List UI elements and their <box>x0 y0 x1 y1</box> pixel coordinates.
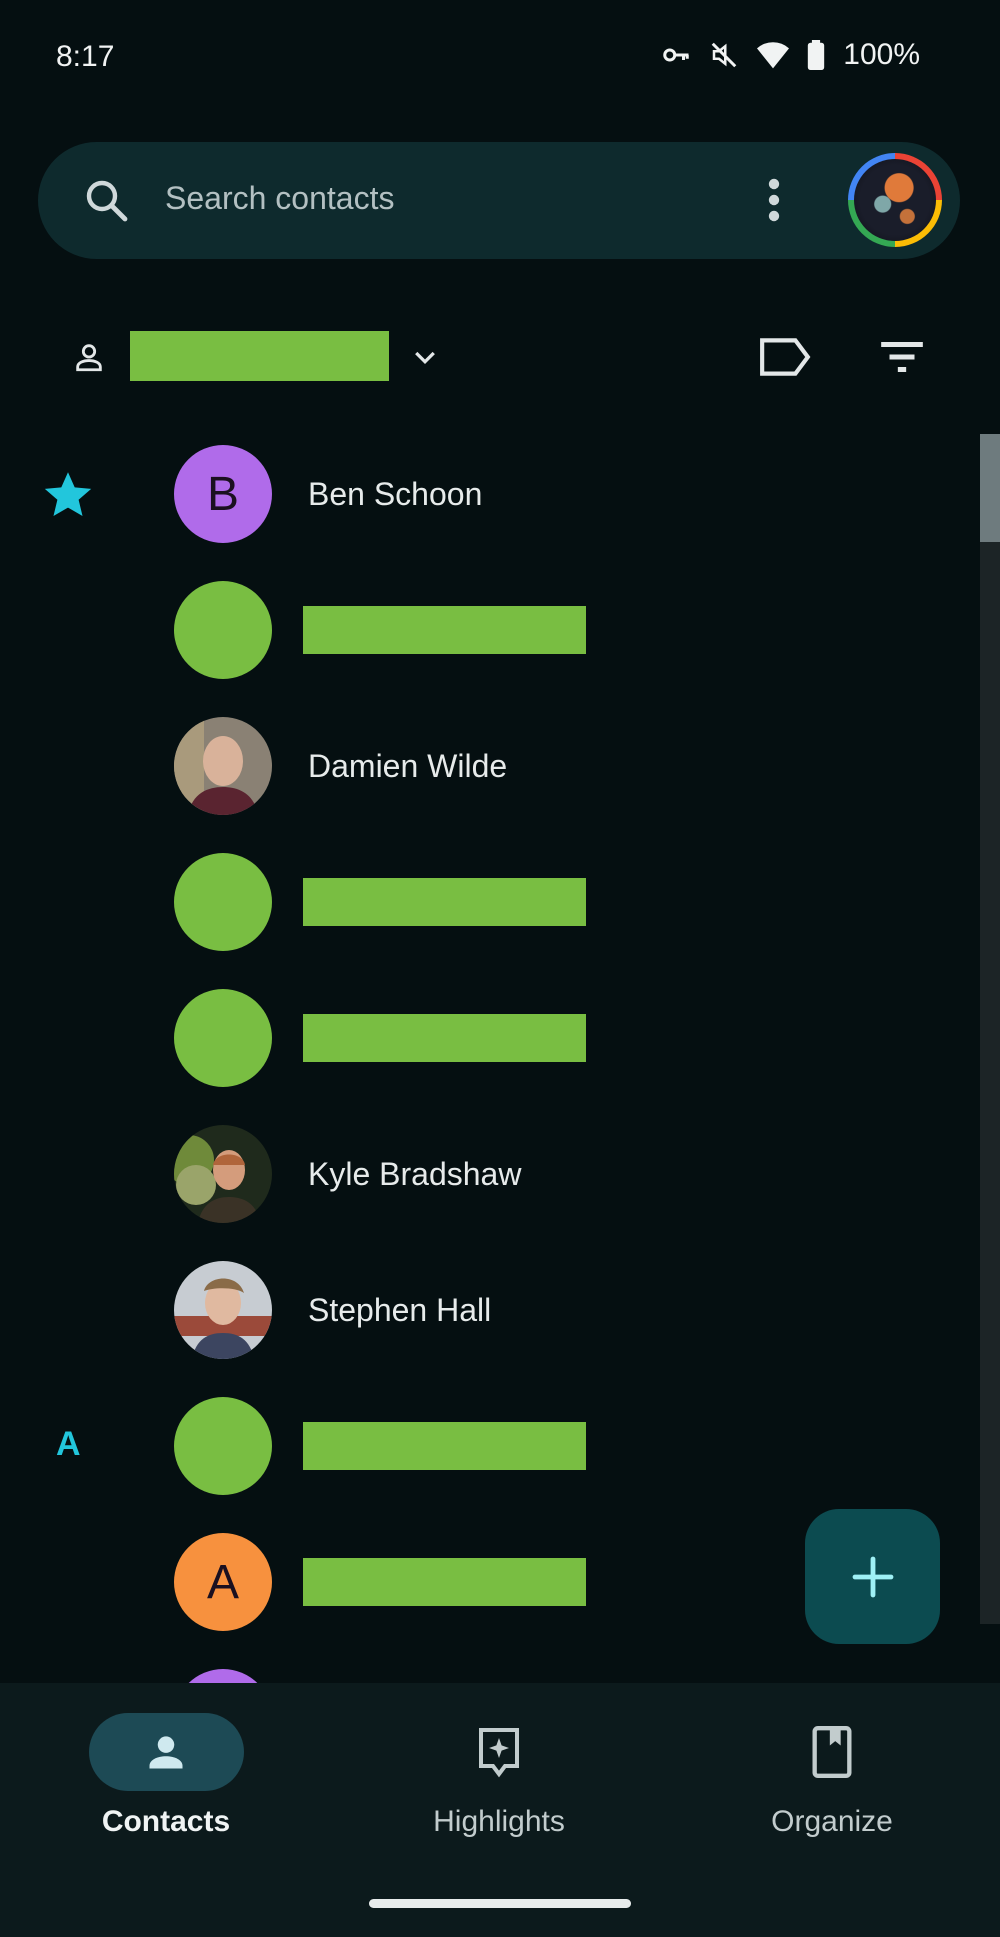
bookmark-icon <box>812 1726 852 1778</box>
avatar <box>174 581 272 679</box>
contact-name-redacted <box>303 606 586 654</box>
battery-icon <box>807 40 825 70</box>
contact-name: Ben Schoon <box>308 476 483 512</box>
contact-name-redacted <box>303 1558 586 1606</box>
chevron-down-icon[interactable] <box>410 343 440 373</box>
contact-name-redacted <box>303 1422 586 1470</box>
account-avatar[interactable] <box>848 153 942 247</box>
avatar <box>174 1261 272 1359</box>
avatar <box>174 989 272 1087</box>
avatar <box>174 853 272 951</box>
search-icon[interactable] <box>82 176 130 224</box>
nav-highlights[interactable]: Highlights <box>349 1713 649 1839</box>
contact-name: Damien Wilde <box>308 748 508 784</box>
nav-contacts[interactable]: Contacts <box>16 1713 316 1839</box>
contact-row[interactable] <box>0 562 960 698</box>
battery-percentage: 100% <box>843 38 920 71</box>
contact-name-redacted <box>303 878 586 926</box>
wifi-icon <box>757 40 790 70</box>
highlights-icon <box>479 1728 519 1778</box>
avatar: A <box>174 1533 272 1631</box>
contact-row[interactable]: Kyle Bradshaw <box>0 1106 960 1242</box>
filter-icon[interactable] <box>877 337 927 377</box>
account-name[interactable] <box>130 331 389 381</box>
avatar: B <box>174 445 272 543</box>
search-input[interactable]: Search contacts <box>165 180 394 217</box>
scrollbar-thumb[interactable] <box>980 434 1000 542</box>
vpn-key-icon <box>661 40 691 70</box>
label-icon[interactable] <box>758 335 812 379</box>
add-contact-button[interactable] <box>805 1509 940 1644</box>
nav-label: Organize <box>771 1805 893 1838</box>
add-icon <box>852 1556 893 1597</box>
scrollbar-track[interactable] <box>980 434 1000 1624</box>
avatar <box>174 1125 272 1223</box>
nav-organize[interactable]: Organize <box>682 1713 982 1839</box>
contact-row[interactable] <box>0 970 960 1106</box>
avatar <box>174 717 272 815</box>
person-icon <box>72 340 106 374</box>
contact-row[interactable] <box>0 1378 960 1514</box>
avatar <box>174 1669 272 1683</box>
nav-label: Contacts <box>101 1805 231 1838</box>
contact-row[interactable] <box>0 834 960 970</box>
status-time: 8:17 <box>56 40 115 73</box>
person-icon <box>149 1736 183 1769</box>
home-indicator[interactable] <box>369 1899 631 1908</box>
status-icons: 100% <box>661 38 920 72</box>
muted-icon <box>709 40 739 70</box>
contact-name: Stephen Hall <box>308 1292 492 1328</box>
contact-name: Kyle Bradshaw <box>308 1156 522 1192</box>
contact-row[interactable]: Stephen Hall <box>0 1242 960 1378</box>
more-vert-icon[interactable] <box>760 176 788 224</box>
contact-row[interactable]: B Ben Schoon <box>0 426 960 562</box>
contact-row[interactable]: Damien Wilde <box>0 698 960 834</box>
avatar <box>174 1397 272 1495</box>
nav-label: Highlights <box>433 1805 565 1838</box>
contact-name-redacted <box>303 1014 586 1062</box>
